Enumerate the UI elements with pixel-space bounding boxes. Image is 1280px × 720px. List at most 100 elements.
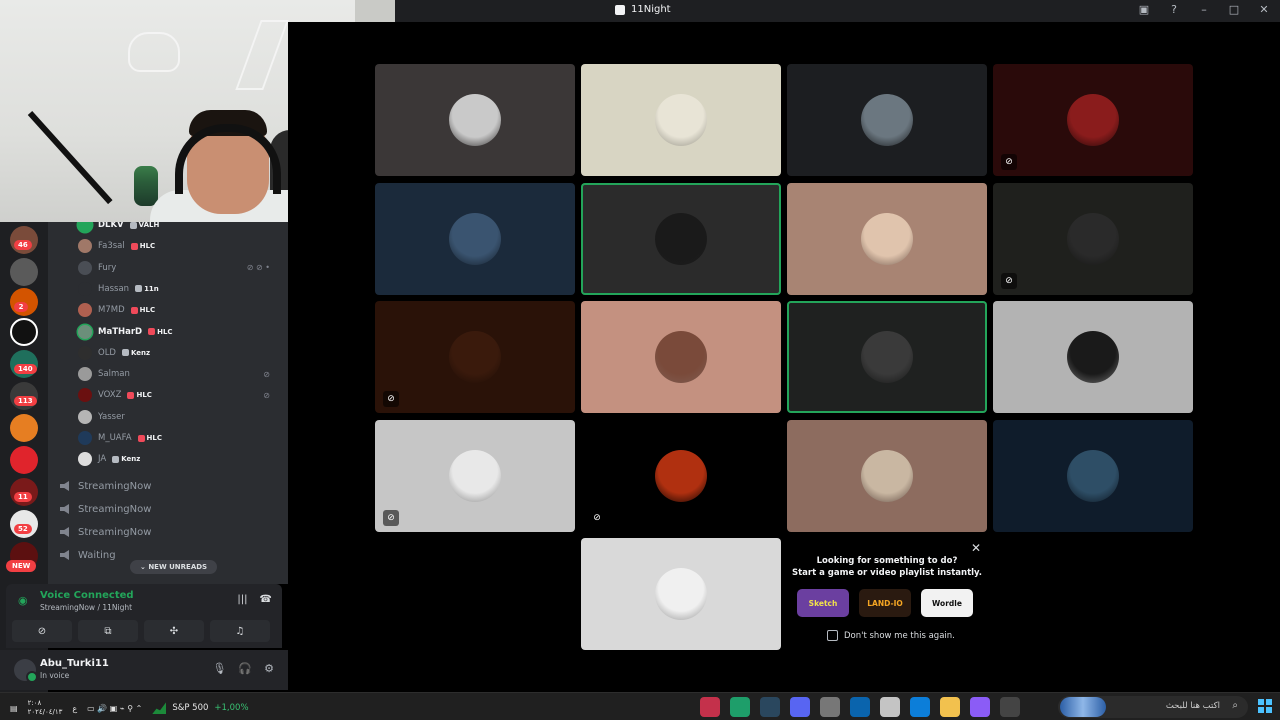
camera-off-button[interactable]: ⊘ <box>12 620 72 642</box>
avatar <box>78 260 92 275</box>
member-name: OLD <box>98 347 116 358</box>
language-icon[interactable]: ع <box>72 704 77 713</box>
monitor-icon[interactable]: ▣ <box>1136 3 1152 16</box>
participant-tile[interactable]: ⊘ <box>375 301 575 413</box>
pinned-app-icon[interactable] <box>940 697 960 717</box>
tag-label: Kenz <box>121 455 141 464</box>
voice-member[interactable]: M_UAFA HLC <box>78 429 278 447</box>
pinned-app-icon[interactable] <box>970 697 990 717</box>
voice-member[interactable]: Fa3sal HLC <box>78 237 278 255</box>
participant-tile[interactable] <box>787 64 987 176</box>
voice-member[interactable]: M7MD HLC <box>78 301 278 319</box>
participant-tile[interactable] <box>375 64 575 176</box>
voice-member[interactable]: Fury ⊘ ⊘ • <box>78 259 278 277</box>
voice-location[interactable]: StreamingNow / 11Night <box>40 603 132 612</box>
dont-show-again[interactable]: Don't show me this again. <box>827 630 955 641</box>
voice-channel[interactable]: StreamingNow <box>60 499 151 519</box>
notification-icon[interactable]: ▤ <box>10 704 18 713</box>
minimize-icon[interactable]: – <box>1196 3 1212 16</box>
tag-icon <box>127 391 135 399</box>
activity-game-button[interactable]: Wordle <box>921 589 973 617</box>
voice-member[interactable]: VOXZ HLC ⊘ <box>78 386 278 404</box>
server-tag: HLC <box>137 434 162 442</box>
muted-icon: ⊘ <box>263 369 270 379</box>
microphone-icon[interactable]: 🎙 <box>212 662 226 675</box>
avatar <box>78 324 92 339</box>
help-icon[interactable]: ? <box>1166 3 1182 16</box>
voice-channel[interactable]: Waiting <box>60 545 116 565</box>
new-badge[interactable]: NEW <box>6 560 37 572</box>
server-icon[interactable] <box>10 258 38 286</box>
voice-channel[interactable]: StreamingNow <box>60 476 151 496</box>
mention-badge: 2 <box>14 302 28 312</box>
signal-icon[interactable]: ◉ <box>18 594 32 608</box>
mention-badge: 113 <box>14 396 37 406</box>
participant-tile[interactable] <box>993 419 1193 532</box>
maximize-icon[interactable]: □ <box>1226 3 1242 16</box>
server-icon[interactable] <box>10 446 38 474</box>
voice-member[interactable]: Yasser <box>78 408 278 426</box>
gear-icon[interactable]: ⚙ <box>264 662 274 675</box>
participant-tile[interactable] <box>787 301 987 413</box>
participant-tile[interactable] <box>581 301 781 413</box>
activities-button[interactable]: ✣ <box>144 620 204 642</box>
pinned-app-icon[interactable] <box>700 697 720 717</box>
pinned-app-icon[interactable] <box>1000 697 1020 717</box>
close-icon[interactable]: ✕ <box>971 541 981 555</box>
activity-game-button[interactable]: Sketch <box>797 589 849 617</box>
voice-status[interactable]: Voice Connected <box>40 590 134 601</box>
voice-member[interactable]: Salman ⊘ <box>78 365 278 383</box>
voice-member[interactable]: OLD Kenz <box>78 344 278 362</box>
screen-share-button[interactable]: ⧉ <box>78 620 138 642</box>
tag-icon <box>121 349 129 357</box>
voice-member[interactable]: Hassan 11n <box>78 280 278 298</box>
pinned-app-icon[interactable] <box>760 697 780 717</box>
close-icon[interactable]: ✕ <box>1256 3 1272 16</box>
soundboard-button[interactable]: ♫ <box>210 620 270 642</box>
pinned-app-icon[interactable] <box>880 697 900 717</box>
server-icon[interactable] <box>10 414 38 442</box>
pinned-app-icon[interactable] <box>730 697 750 717</box>
participant-tile[interactable] <box>581 182 781 295</box>
avatar <box>78 452 92 467</box>
activity-suggestion: ✕ Looking for something to do? Start a g… <box>787 537 987 649</box>
participant-tile[interactable] <box>993 301 1193 413</box>
participant-tile[interactable] <box>787 419 987 532</box>
pinned-app-icon[interactable] <box>910 697 930 717</box>
headphones-icon[interactable]: 🎧 <box>238 662 252 675</box>
muted-icon: ⊘ ⊘ • <box>246 263 270 273</box>
participant-tile[interactable] <box>375 182 575 295</box>
dont-show-checkbox[interactable] <box>827 630 838 641</box>
server-icon[interactable] <box>10 318 38 346</box>
voice-member[interactable]: MaTHarD HLC <box>78 323 278 341</box>
pinned-app-icon[interactable] <box>820 697 840 717</box>
speaker-icon <box>60 550 69 560</box>
voice-channel[interactable]: StreamingNow <box>60 522 151 542</box>
participant-tile[interactable]: ⊘ <box>993 64 1193 176</box>
start-icon[interactable] <box>1258 699 1272 713</box>
member-name: Yasser <box>98 411 125 422</box>
pinned-app-icon[interactable] <box>790 697 810 717</box>
pinned-app-icon[interactable] <box>850 697 870 717</box>
user-controls: 🎙 🎧 ⚙ <box>212 662 274 675</box>
participant-tile[interactable] <box>581 538 781 650</box>
participant-tile[interactable]: ⊘ <box>375 419 575 532</box>
stock-widget[interactable]: S&P 500 +1,00% <box>152 702 249 714</box>
activity-game-button[interactable]: LAND-IO <box>859 589 911 617</box>
search-box[interactable]: اكتب هنا للبحث ⌕ <box>1058 696 1248 718</box>
participant-tile[interactable] <box>581 64 781 176</box>
ticker-change: +1,00% <box>214 703 249 713</box>
clock[interactable]: ۲:۰۸ ٢٠٢٤/٠٤/١٣ <box>28 699 63 717</box>
voice-actions: ||| ☎ <box>237 594 272 605</box>
participant-tile[interactable]: ⊘ <box>581 419 781 532</box>
voice-member[interactable]: JA Kenz <box>78 450 278 468</box>
disconnect-icon[interactable]: ☎ <box>260 594 272 605</box>
tray-icons[interactable]: ▭ 🔊 ▣ ⌁ ⚲ ⌃ <box>87 704 142 713</box>
noise-suppression-icon[interactable]: ||| <box>237 594 247 605</box>
username[interactable]: Abu_Turki11 <box>40 658 109 669</box>
voice-member[interactable]: DLKV VALH <box>78 222 278 234</box>
participant-tile[interactable]: ⊘ <box>993 182 1193 295</box>
new-unreads-button[interactable]: ⌄ NEW UNREADS <box>130 560 218 574</box>
avatar[interactable] <box>14 659 38 683</box>
participant-tile[interactable] <box>787 182 987 295</box>
